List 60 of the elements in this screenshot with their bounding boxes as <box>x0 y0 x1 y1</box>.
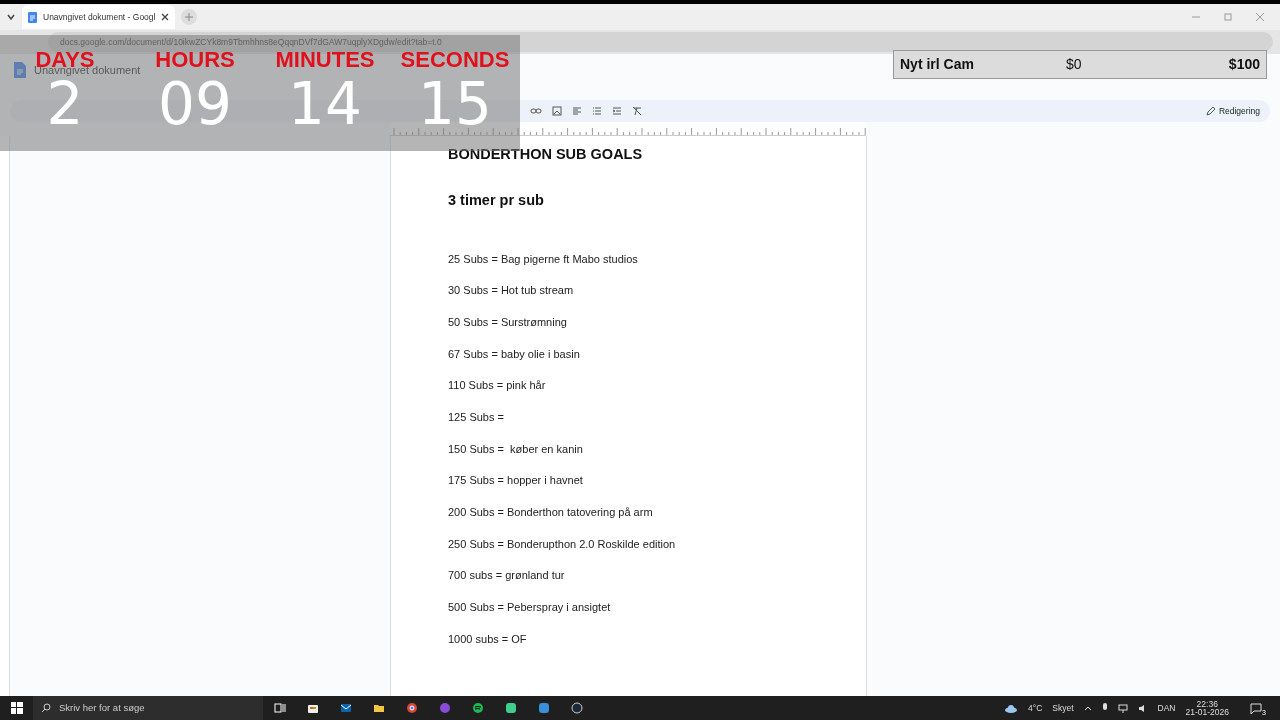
mail-icon <box>339 702 352 714</box>
goal-current: $0 <box>1066 55 1082 74</box>
countdown-value: 14 <box>288 75 362 133</box>
goal-line: 700 subs = grønland tur <box>448 568 566 584</box>
goal-line: 175 Subs = hopper i havnet <box>448 473 584 489</box>
indent-icon[interactable] <box>612 106 622 116</box>
goal-line: 67 Subs = baby olie i basin <box>448 346 581 362</box>
countdown-value: 2 <box>46 75 84 133</box>
goal-line: 30 Subs = Hot tub stream <box>448 283 575 299</box>
folder-icon <box>372 702 385 714</box>
cloud-icon[interactable] <box>1004 703 1019 713</box>
language-indicator[interactable]: DAN <box>1157 701 1176 715</box>
goal-line: 150 Subs = køber en kanin <box>448 441 584 457</box>
countdown-label: MINUTES <box>275 49 375 71</box>
weather-temp[interactable]: 4°C <box>1028 701 1043 715</box>
goal-line: 250 Subs = Bonderupthon 2.0 Roskilde edition <box>448 536 677 552</box>
tab-title: Unavngivet dokument - Googl <box>43 10 156 24</box>
weather-text[interactable]: Skyet <box>1052 701 1074 715</box>
clock-time[interactable]: 22:36 <box>1196 699 1218 708</box>
goal-target: $100 <box>1228 55 1260 74</box>
app-icon <box>504 702 517 714</box>
image-icon[interactable] <box>552 106 562 116</box>
document-icon <box>28 11 37 23</box>
search-placeholder: Skriv her for at søge <box>59 700 145 715</box>
goal-name: Nyt irl Cam <box>900 55 975 74</box>
countdown-value: 15 <box>418 75 492 133</box>
close-icon[interactable] <box>161 13 170 21</box>
microphone-icon[interactable] <box>1101 703 1108 713</box>
windows-icon <box>10 702 23 714</box>
goal-line: 50 Subs = Surstrømning <box>448 314 568 330</box>
browser-tab[interactable]: Unavngivet dokument - Googl <box>22 5 176 29</box>
pencil-icon <box>1205 106 1215 116</box>
mode-dropdown[interactable]: Redigering <box>1205 104 1260 118</box>
countdown-label: HOURS <box>155 49 235 71</box>
browser-icon <box>405 702 418 714</box>
goal-line: 200 Subs = Bonderthon tatovering på arm <box>448 505 654 520</box>
network-icon[interactable] <box>1117 703 1128 713</box>
app-icon <box>537 702 550 714</box>
document-subheading: 3 timer pr sub <box>448 190 545 210</box>
goal-line: 25 Subs = Bag pigerne ft Mabo studios <box>448 251 639 267</box>
goal-line: 1000 subs = OF <box>448 631 528 647</box>
chat-icon <box>438 702 451 714</box>
search-icon <box>41 703 51 713</box>
mode-label: Redigering <box>1218 104 1260 118</box>
document-heading: BONDERTHON SUB GOALS <box>448 145 644 164</box>
task-view-icon <box>273 702 286 714</box>
caret-icon[interactable] <box>6 12 16 22</box>
clock-date[interactable]: 21-01-2026 <box>1185 708 1229 717</box>
countdown-label: SECONDS <box>400 49 510 71</box>
search-field[interactable]: Skriv her for at søge <box>33 696 263 720</box>
chat-bubble-icon <box>1249 702 1262 714</box>
goal-line: 500 Subs = Peberspray i ansigtet <box>448 600 612 616</box>
goal-line: 110 Subs = pink hår <box>448 378 547 394</box>
music-icon <box>471 702 484 714</box>
clear-format-icon[interactable] <box>632 106 642 116</box>
goal-line: 125 Subs = <box>448 409 505 425</box>
chevron-up-icon[interactable] <box>1083 705 1092 711</box>
countdown-value: 09 <box>158 75 232 133</box>
docs-logo-icon <box>14 62 26 78</box>
link-icon[interactable] <box>530 107 542 115</box>
